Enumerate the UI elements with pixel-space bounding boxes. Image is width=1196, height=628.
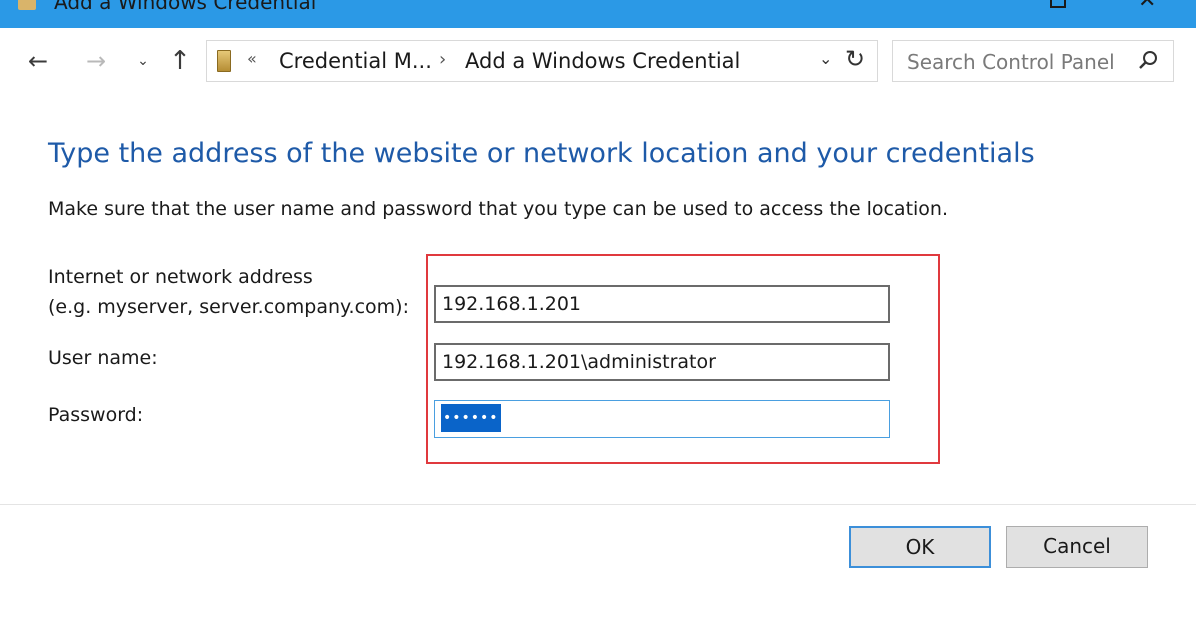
overflow-chevrons-icon[interactable]: « — [247, 49, 257, 68]
address-dropdown-icon[interactable]: ⌄ — [819, 49, 832, 68]
cancel-button[interactable]: Cancel — [1006, 526, 1148, 568]
breadcrumb-credential-manager[interactable]: Credential M... — [279, 49, 432, 73]
page-title: Type the address of the website or netwo… — [48, 138, 1035, 169]
credential-window: Add a Windows Credential ✕ ← → ⌄ ↑ « Cre… — [0, 0, 1196, 628]
search-icon — [1139, 51, 1157, 69]
breadcrumb-separator-icon[interactable]: › — [439, 49, 446, 70]
arrow-left-icon: ← — [27, 47, 49, 75]
control-panel-icon — [217, 50, 231, 72]
maximize-button[interactable] — [1050, 0, 1066, 8]
ok-button[interactable]: OK — [849, 526, 991, 568]
arrow-right-icon: → — [85, 47, 107, 75]
username-label: User name: — [48, 347, 158, 369]
page-description: Make sure that the user name and passwor… — [48, 198, 949, 220]
search-input[interactable]: Search Control Panel — [892, 40, 1174, 82]
forward-button[interactable]: → — [80, 44, 112, 78]
window-title: Add a Windows Credential — [54, 0, 317, 14]
back-button[interactable]: ← — [22, 44, 54, 78]
up-button[interactable]: ↑ — [166, 44, 194, 78]
password-field[interactable]: •••••• — [434, 400, 890, 438]
address-label: Internet or network address (e.g. myserv… — [48, 262, 409, 322]
password-value: •••••• — [441, 404, 501, 432]
username-field[interactable]: 192.168.1.201\administrator — [434, 343, 890, 381]
refresh-icon[interactable]: ↻ — [845, 45, 865, 73]
address-label-line1: Internet or network address — [48, 266, 313, 288]
navigation-bar: ← → ⌄ ↑ « Credential M... › Add a Window… — [0, 28, 1196, 94]
control-panel-icon — [18, 0, 36, 10]
search-placeholder: Search Control Panel — [907, 50, 1115, 74]
network-address-field[interactable]: 192.168.1.201 — [434, 285, 890, 323]
address-bar[interactable]: « Credential M... › Add a Windows Creden… — [206, 40, 878, 82]
footer-divider — [0, 504, 1196, 505]
address-label-line2: (e.g. myserver, server.company.com): — [48, 296, 409, 318]
password-label: Password: — [48, 404, 144, 426]
close-button[interactable]: ✕ — [1138, 0, 1156, 12]
breadcrumb-add-credential[interactable]: Add a Windows Credential — [465, 49, 740, 73]
recent-locations-button[interactable]: ⌄ — [134, 44, 152, 78]
chevron-down-icon: ⌄ — [137, 53, 149, 69]
title-bar: Add a Windows Credential ✕ — [0, 0, 1196, 28]
arrow-up-icon: ↑ — [169, 46, 191, 76]
